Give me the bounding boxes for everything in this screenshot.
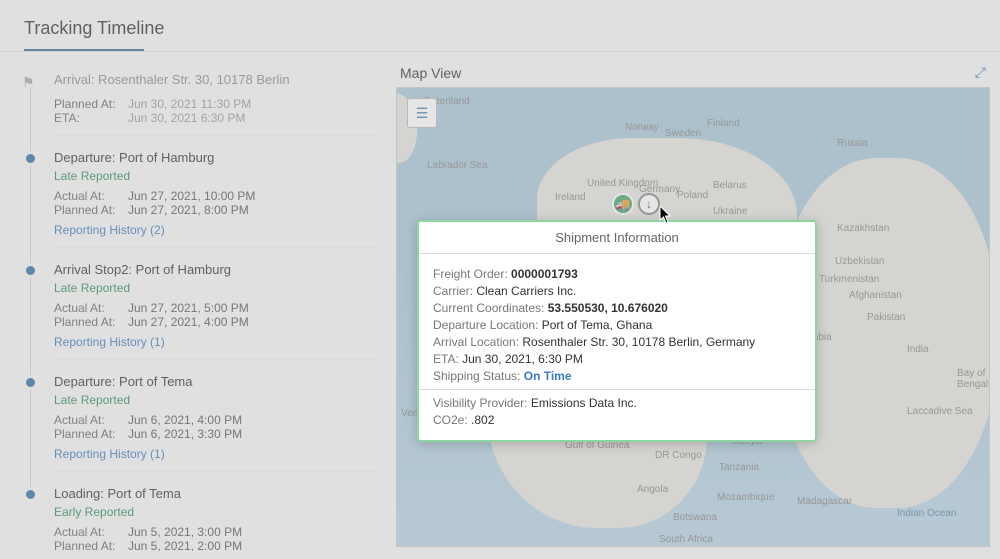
planned-label: Planned At: — [54, 315, 128, 329]
map-label-india: India — [907, 344, 929, 355]
map-label-indianocean: Indian Ocean — [897, 508, 957, 519]
co2e-label: CO2e: — [433, 413, 471, 427]
event-title: Departure: Port of Hamburg — [54, 150, 380, 165]
popup-title: Shipment Information — [419, 222, 815, 254]
planned-value: Jun 27, 2021, 4:00 PM — [128, 315, 249, 329]
actual-label: Actual At: — [54, 301, 128, 315]
timeline-event-arrival-hamburg[interactable]: Arrival Stop2: Port of Hamburg Late Repo… — [54, 262, 380, 360]
status-badge: Late Reported — [54, 169, 380, 183]
map-label-ireland: Ireland — [555, 192, 586, 203]
visibility-label: Visibility Provider: — [433, 396, 531, 410]
actual-value: Jun 5, 2021, 3:00 PM — [128, 525, 242, 539]
visibility-value: Emissions Data Inc. — [531, 396, 637, 410]
map-canvas[interactable]: Greenland Labrador Sea Norway Sweden Fin… — [396, 87, 990, 547]
map-label-tanzania: Tanzania — [719, 462, 759, 473]
dep-loc-label: Departure Location: — [433, 318, 542, 332]
dep-loc-value: Port of Tema, Ghana — [542, 318, 653, 332]
planned-label: Planned At: — [54, 539, 128, 551]
map-label-uzbekistan: Uzbekistan — [835, 256, 884, 267]
dot-icon — [26, 154, 35, 163]
event-title: Loading: Port of Tema — [54, 486, 380, 501]
status-badge: Early Reported — [54, 505, 380, 519]
map-label-turkmenistan: Turkmenistan — [819, 274, 879, 285]
event-title: Arrival: Rosenthaler Str. 30, 10178 Berl… — [54, 72, 380, 87]
coords-value: 53.550530, 10.676020 — [548, 301, 668, 315]
map-label-lacc: Laccadive Sea — [907, 406, 973, 417]
arr-loc-value: Rosenthaler Str. 30, 10178 Berlin, Germa… — [522, 335, 755, 349]
planned-value: Jun 30, 2021 11:30 PM — [128, 97, 251, 111]
map-label-southafrica: South Africa — [659, 534, 713, 545]
map-marker[interactable]: 🚚 ↓ — [612, 193, 660, 215]
list-icon: ☰ — [416, 105, 429, 122]
map-label-botswana: Botswana — [673, 512, 717, 523]
reporting-history-link[interactable]: Reporting History (1) — [54, 447, 165, 461]
timeline-event-loading-tema[interactable]: Loading: Port of Tema Early Reported Act… — [54, 486, 380, 551]
map-title: Map View — [400, 65, 461, 81]
event-title: Arrival Stop2: Port of Hamburg — [54, 262, 380, 277]
eta-value: Jun 30, 2021 6:30 PM — [128, 111, 245, 125]
dot-icon — [26, 378, 35, 387]
map-label-drc: DR Congo — [655, 450, 702, 461]
planned-value: Jun 5, 2021, 2:00 PM — [128, 539, 242, 551]
download-marker-icon: ↓ — [638, 193, 660, 215]
map-label-angola: Angola — [637, 484, 668, 495]
map-label-bengal: Bay of Bengal — [957, 368, 989, 390]
actual-label: Actual At: — [54, 413, 128, 427]
shipment-info-popup: Shipment Information Freight Order: 0000… — [417, 220, 817, 442]
eta-label: ETA: — [433, 352, 462, 366]
carrier-value: Clean Carriers Inc. — [476, 284, 576, 298]
flag-icon: ⚑ — [22, 74, 35, 91]
dot-icon — [26, 490, 35, 499]
expand-icon[interactable]: ⤢ — [975, 64, 986, 81]
planned-value: Jun 6, 2021, 3:30 PM — [128, 427, 242, 441]
actual-value: Jun 6, 2021, 4:00 PM — [128, 413, 242, 427]
coords-label: Current Coordinates: — [433, 301, 548, 315]
map-label-poland: Poland — [677, 190, 708, 201]
map-label-labrador: Labrador Sea — [427, 160, 488, 171]
actual-value: Jun 27, 2021, 5:00 PM — [128, 301, 249, 315]
actual-label: Actual At: — [54, 525, 128, 539]
arr-loc-label: Arrival Location: — [433, 335, 522, 349]
event-title: Departure: Port of Tema — [54, 374, 380, 389]
map-label-pakistan: Pakistan — [867, 312, 905, 323]
map-label-kazakhstan: Kazakhstan — [837, 223, 889, 234]
map-label-finland: Finland — [707, 118, 740, 129]
map-list-button[interactable]: ☰ — [407, 98, 437, 128]
reporting-history-link[interactable]: Reporting History (1) — [54, 335, 165, 349]
map-label-afghanistan: Afghanistan — [849, 290, 902, 301]
map-label-mozambique: Mozambique — [717, 492, 774, 503]
freight-order-value: 0000001793 — [511, 267, 578, 281]
planned-value: Jun 27, 2021, 8:00 PM — [128, 203, 249, 217]
actual-value: Jun 27, 2021, 10:00 PM — [128, 189, 255, 203]
truck-marker-icon: 🚚 — [612, 193, 634, 215]
status-value: On Time — [524, 369, 572, 383]
timeline-event-departure-hamburg[interactable]: Departure: Port of Hamburg Late Reported… — [54, 150, 380, 248]
status-badge: Late Reported — [54, 393, 380, 407]
eta-value: Jun 30, 2021, 6:30 PM — [462, 352, 583, 366]
status-label: Shipping Status: — [433, 369, 524, 383]
timeline-panel: ⚑ Arrival: Rosenthaler Str. 30, 10178 Be… — [0, 52, 390, 551]
planned-label: Planned At: — [54, 203, 128, 217]
map-label-norway: Norway — [625, 122, 659, 133]
planned-label: Planned At: — [54, 427, 128, 441]
carrier-label: Carrier: — [433, 284, 476, 298]
timeline-event-arrival[interactable]: ⚑ Arrival: Rosenthaler Str. 30, 10178 Be… — [54, 72, 380, 136]
co2e-value: .802 — [471, 413, 494, 427]
map-panel: Map View ⤢ Greenland Labrador Sea Norway… — [390, 52, 1000, 551]
map-label-ukraine: Ukraine — [713, 206, 747, 217]
timeline-event-departure-tema[interactable]: Departure: Port of Tema Late Reported Ac… — [54, 374, 380, 472]
eta-label: ETA: — [54, 111, 128, 125]
freight-order-label: Freight Order: — [433, 267, 511, 281]
dot-icon — [26, 266, 35, 275]
map-label-belarus: Belarus — [713, 180, 747, 191]
map-label-russia: Russia — [837, 138, 868, 149]
map-label-madagascar: Madagascar — [797, 496, 852, 507]
actual-label: Actual At: — [54, 189, 128, 203]
status-badge: Late Reported — [54, 281, 380, 295]
page-title: Tracking Timeline — [0, 0, 1000, 49]
map-label-sweden: Sweden — [665, 128, 701, 139]
reporting-history-link[interactable]: Reporting History (2) — [54, 223, 165, 237]
planned-label: Planned At: — [54, 97, 128, 111]
cursor-icon — [659, 206, 673, 227]
